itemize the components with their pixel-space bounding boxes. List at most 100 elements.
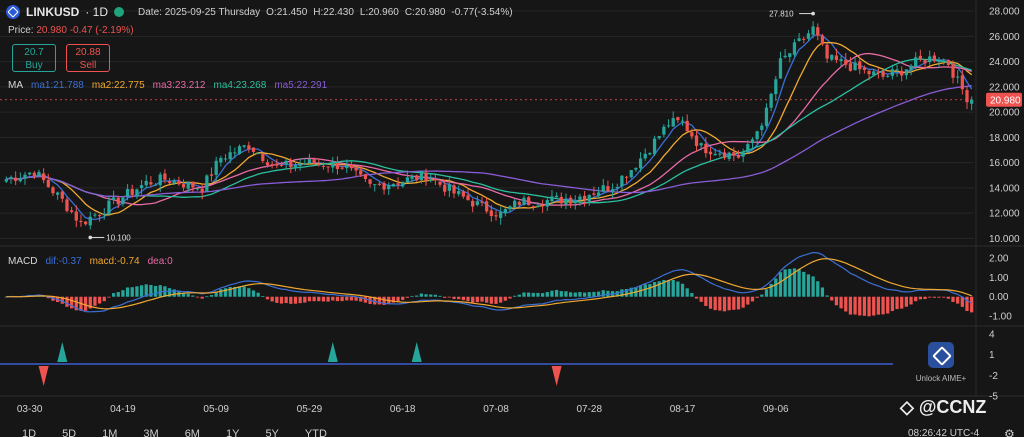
- dea-value: dea:0: [147, 256, 173, 267]
- macd-histogram-bar: [415, 295, 419, 297]
- candle-body: [970, 99, 974, 104]
- macd-histogram-bar: [942, 296, 946, 298]
- high-marker-dot: [811, 11, 815, 16]
- bar-date: Date: 2025-09-25 Thursday: [138, 6, 261, 18]
- range-6m[interactable]: 6M: [185, 428, 200, 437]
- macd-histogram-bar: [713, 296, 717, 311]
- macd-histogram-bar: [582, 292, 587, 297]
- candle-body: [606, 186, 610, 192]
- price-label: Price:: [8, 25, 34, 36]
- range-ytd[interactable]: YTD: [305, 428, 327, 437]
- macd-histogram-bar: [550, 290, 554, 297]
- ma1-value: ma1:21.788: [31, 80, 84, 91]
- candle-body: [219, 157, 223, 163]
- buy-signal-marker: [327, 342, 338, 362]
- macd-histogram-bar: [592, 291, 596, 297]
- date-tick-label: 07-08: [483, 404, 509, 415]
- macd-histogram-bar: [820, 287, 825, 297]
- date-tick-label: 08-17: [670, 404, 696, 415]
- range-5y[interactable]: 5Y: [265, 428, 278, 437]
- macd-histogram-bar: [680, 283, 685, 297]
- macd-histogram-bar: [559, 291, 563, 297]
- macd-histogram-bar: [116, 292, 120, 297]
- candle-body: [228, 152, 232, 160]
- candle-body: [550, 196, 554, 202]
- macd-histogram-bar: [247, 288, 251, 297]
- macd-histogram-bar: [690, 293, 694, 297]
- candle-body: [265, 162, 270, 166]
- candle-body: [937, 59, 941, 63]
- candle-body: [928, 56, 932, 63]
- candle-body: [783, 55, 787, 58]
- price-value: 20.980 -0.47 (-2.19%): [36, 25, 134, 36]
- macd-histogram-bar: [83, 296, 88, 311]
- ma-legend[interactable]: MA ma1:21.788 ma2:22.775 ma3:23.212 ma4:…: [8, 80, 327, 91]
- candle-body: [354, 167, 358, 171]
- price-tick-label: 12.000: [989, 209, 1020, 220]
- symbol-label[interactable]: LINKUSD: [26, 5, 79, 19]
- macd-histogram-bar: [746, 296, 750, 305]
- macd-histogram-bar: [289, 296, 293, 304]
- candle-body: [149, 182, 153, 185]
- candle-body: [387, 185, 391, 190]
- macd-value: macd:-0.74: [89, 256, 140, 267]
- buy-button[interactable]: 20.7 Buy: [12, 44, 56, 72]
- candle-body: [209, 174, 214, 176]
- candle-body: [844, 59, 848, 65]
- macd-histogram-bar: [816, 281, 820, 297]
- macd-histogram-bar: [242, 286, 246, 297]
- candle-body: [736, 154, 741, 158]
- range-3m[interactable]: 3M: [143, 428, 158, 437]
- range-1d[interactable]: 1D: [22, 428, 36, 437]
- settings-gear-icon[interactable]: ⚙: [1004, 427, 1015, 437]
- ma2-value: ma2:22.775: [91, 80, 145, 91]
- macd-histogram-bar: [265, 296, 270, 300]
- aime-widget[interactable]: Unlock AIME+: [912, 342, 970, 383]
- candle-body: [951, 63, 955, 78]
- candle-body: [582, 195, 587, 200]
- macd-histogram-bar: [121, 290, 125, 297]
- range-1m[interactable]: 1M: [102, 428, 117, 437]
- macd-histogram-bar: [895, 296, 899, 310]
- candle-body: [9, 177, 13, 179]
- macd-histogram-bar: [429, 294, 433, 297]
- signal-tick-label: -2: [989, 371, 998, 382]
- candle-body: [573, 200, 577, 204]
- macd-histogram-bar: [564, 291, 568, 297]
- aime-logo-icon: [928, 342, 954, 368]
- timeframe-label[interactable]: · 1D: [85, 5, 108, 19]
- candle-body: [858, 61, 862, 70]
- candle-body: [610, 189, 615, 193]
- price-tick-label: 14.000: [989, 183, 1020, 194]
- candle-body: [457, 191, 461, 195]
- candle-body: [279, 164, 284, 166]
- range-5d[interactable]: 5D: [62, 428, 76, 437]
- candle-body: [382, 182, 386, 190]
- candle-body: [942, 59, 946, 61]
- macd-histogram-bar: [433, 294, 438, 297]
- macd-histogram-bar: [321, 296, 326, 302]
- sell-button[interactable]: 20.88 Sell: [66, 44, 110, 72]
- macd-histogram-bar: [256, 292, 260, 297]
- candle-body: [69, 210, 74, 212]
- range-1y[interactable]: 1Y: [226, 428, 239, 437]
- macd-histogram-bar: [130, 287, 134, 297]
- candle-body: [335, 163, 340, 170]
- date-tick-label: 05-09: [203, 404, 229, 415]
- macd-tick-label: -1.00: [989, 312, 1012, 323]
- macd-histogram-bar: [527, 292, 531, 297]
- macd-histogram-bar: [643, 284, 647, 297]
- macd-histogram-bar: [862, 296, 867, 316]
- date-tick-label: 03-30: [17, 404, 43, 415]
- signal-tick-label: 1: [989, 350, 995, 361]
- macd-tick-label: 2.00: [989, 253, 1009, 264]
- macd-legend[interactable]: MACD dif:-0.37 macd:-0.74 dea:0: [8, 256, 173, 267]
- macd-histogram-bar: [802, 271, 806, 297]
- price-tick-label: 16.000: [989, 158, 1020, 169]
- candle-body: [816, 27, 820, 36]
- macd-histogram-bar: [652, 282, 657, 297]
- candle-body: [237, 146, 242, 154]
- macd-histogram-bar: [466, 296, 470, 302]
- candle-body: [620, 175, 624, 187]
- macd-histogram-bar: [237, 286, 242, 297]
